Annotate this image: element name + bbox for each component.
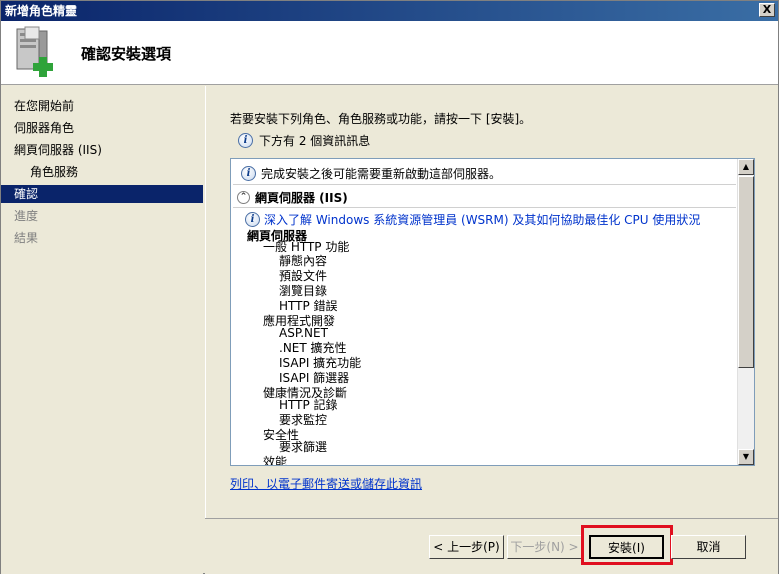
scroll-thumb[interactable]	[738, 176, 754, 368]
tree-item: HTTP 錯誤	[279, 299, 338, 313]
cancel-button[interactable]: 取消	[671, 535, 746, 559]
button-bar: < 上一步(P) 下一步(N) > 安裝(I) 取消	[205, 518, 778, 574]
next-button: 下一步(N) >	[507, 535, 582, 559]
install-button[interactable]: 安裝(I)	[589, 535, 664, 559]
sidebar-item-server-roles[interactable]: 伺服器角色	[1, 119, 203, 137]
sidebar: 在您開始前 伺服器角色 網頁伺服器 (IIS) 角色服務 確認 進度 結果	[1, 86, 203, 574]
tree-item: ISAPI 篩選器	[279, 371, 350, 385]
tree-item: HTTP 記錄	[279, 398, 338, 412]
collapse-icon[interactable]: ⌃	[237, 191, 250, 204]
tree-item: 預設文件	[279, 269, 328, 283]
divider	[233, 207, 736, 208]
sidebar-item-before-you-begin[interactable]: 在您開始前	[1, 97, 203, 115]
confirmation-list[interactable]: i 完成安裝之後可能需要重新啟動這部伺服器。 ⌃ 網頁伺服器 (IIS) i 深…	[230, 158, 755, 466]
page-title: 確認安裝選項	[81, 45, 172, 63]
wsrm-link[interactable]: 深入了解 Windows 系統資源管理員 (WSRM) 及其如何協助最佳化 CP…	[264, 211, 700, 228]
wizard-header: 確認安裝選項	[1, 21, 778, 85]
tree-item: ASP.NET	[279, 326, 328, 340]
intro-text: 若要安裝下列角色、角色服務或功能，請按一下 [安裝]。	[230, 112, 532, 126]
vertical-scrollbar[interactable]: ▲ ▼	[737, 159, 754, 465]
section-header-web-server: ⌃ 網頁伺服器 (IIS)	[237, 189, 737, 206]
tree-item: ISAPI 擴充功能	[279, 356, 362, 370]
sidebar-item-progress: 進度	[14, 209, 39, 223]
restart-notice-text: 完成安裝之後可能需要重新啟動這部伺服器。	[261, 167, 502, 181]
close-button[interactable]: X	[759, 3, 775, 17]
sidebar-item-results: 結果	[14, 231, 39, 245]
info-icon: i	[245, 212, 260, 227]
title-bar: 新增角色精靈 X	[1, 1, 778, 21]
tree-item: 效能	[263, 455, 288, 465]
list-content: i 完成安裝之後可能需要重新啟動這部伺服器。 ⌃ 網頁伺服器 (IIS) i 深…	[231, 159, 738, 465]
section-title: 網頁伺服器 (IIS)	[255, 191, 348, 205]
sidebar-item-web-server[interactable]: 網頁伺服器 (IIS)	[1, 141, 203, 159]
previous-button[interactable]: < 上一步(P)	[429, 535, 504, 559]
tree-item: 要求篩選	[279, 440, 328, 454]
tree-item: 一般 HTTP 功能	[263, 240, 350, 254]
wizard-window: 新增角色精靈 X 確認安裝選項 在您開始前 伺服器角色 網頁伺服器 (IIS) …	[0, 0, 779, 574]
info-count-text: 下方有 2 個資訊訊息	[259, 134, 371, 148]
restart-notice: i 完成安裝之後可能需要重新啟動這部伺服器。	[241, 165, 501, 182]
scroll-down-button[interactable]: ▼	[738, 449, 754, 465]
server-add-icon	[16, 26, 53, 77]
tree-item: 靜態內容	[279, 254, 328, 268]
scroll-up-button[interactable]: ▲	[738, 159, 754, 175]
tree-item: 要求監控	[279, 413, 328, 427]
content-panel: 若要安裝下列角色、角色服務或功能，請按一下 [安裝]。 i 下方有 2 個資訊訊…	[205, 86, 778, 574]
info-icon: i	[241, 166, 256, 181]
divider	[233, 184, 736, 185]
sidebar-item-confirmation[interactable]: 確認	[1, 185, 203, 203]
print-email-save-link[interactable]: 列印、以電子郵件寄送或儲存此資訊	[230, 475, 422, 492]
sidebar-item-role-services[interactable]: 角色服務	[1, 163, 203, 181]
tree-item: .NET 擴充性	[279, 341, 347, 355]
tree-item: 瀏覽目錄	[279, 284, 328, 298]
wsrm-info: i 深入了解 Windows 系統資源管理員 (WSRM) 及其如何協助最佳化 …	[245, 211, 700, 228]
info-icon: i	[238, 133, 253, 148]
info-summary: i 下方有 2 個資訊訊息	[238, 132, 370, 149]
window-title: 新增角色精靈	[5, 4, 78, 18]
